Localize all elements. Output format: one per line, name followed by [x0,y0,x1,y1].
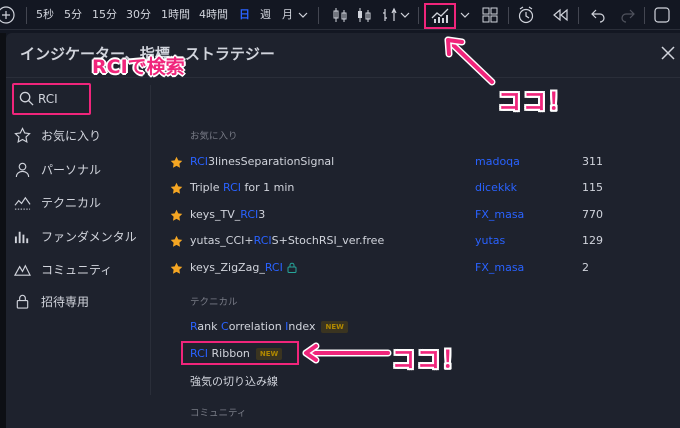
community-icon [14,263,31,276]
lock-icon [16,294,29,309]
toolbar-divider [644,7,645,24]
star-filled-icon[interactable] [170,262,183,275]
script-likes: 115 [582,181,603,194]
star-filled-icon[interactable] [170,156,183,169]
section-heading-favorites: お気に入り [190,131,238,142]
script-name: RCI3linesSeparationSignal [190,155,335,168]
interval-1h[interactable]: 1時間 [161,0,190,30]
toolbar-divider [26,7,27,24]
script-likes: 129 [582,234,603,247]
close-icon[interactable] [660,45,676,61]
list-item[interactable]: keys_ZigZag_RCI FX_masa 2 [150,256,674,282]
sidebar-item-favorites[interactable]: お気に入り [14,124,101,146]
lock-icon [287,262,297,273]
candles-icon[interactable] [330,5,350,25]
indicators-icon[interactable] [430,5,450,25]
indicator-bullish-piercing[interactable]: 強気の切り込み線 [190,373,278,389]
sidebar-item-personal[interactable]: パーソナル [14,158,101,180]
star-filled-icon[interactable] [170,182,183,195]
sidebar-item-label: テクニカル [41,195,102,210]
sidebar-item-fundamental[interactable]: ファンダメンタル [14,225,137,247]
section-heading-technical: テクニカル [190,297,238,308]
star-filled-icon[interactable] [170,209,183,222]
interval-30m[interactable]: 30分 [126,0,151,30]
annotation-koko-bottom: ココ！ [392,347,467,373]
redo-icon[interactable] [618,5,638,25]
add-icon[interactable] [0,5,16,25]
sidebar-item-label: コミュニティ [41,262,113,277]
sidebar-item-label: 招待専用 [41,294,90,309]
category-sidebar: お気に入り パーソナル テクニカル ファンダメンタル コミュニティ 招待専用 [0,85,150,395]
sidebar-item-invite-only[interactable]: 招待専用 [14,290,89,312]
interval-5m[interactable]: 5分 [64,0,82,30]
chart-line-icon [14,196,31,210]
script-author[interactable]: FX_masa [475,261,524,274]
layout-icon[interactable] [480,5,500,25]
script-likes: 770 [582,208,603,221]
list-item[interactable]: keys_TV_RCI3 FX_masa 770 [150,203,674,229]
script-name: keys_TV_RCI3 [190,208,266,221]
script-name: Triple RCI for 1 min [190,181,295,194]
star-outline-icon [14,126,31,143]
toolbar-divider [418,7,419,24]
list-item[interactable]: yutas_CCI+RCIS+StochRSI_ver.free yutas 1… [150,229,674,255]
interval-week[interactable]: 週 [260,0,271,30]
alert-icon[interactable] [516,5,536,25]
interval-4h[interactable]: 4時間 [199,0,228,30]
interval-month[interactable]: 月 [282,0,293,30]
undo-icon[interactable] [588,5,608,25]
interval-day[interactable]: 日 [239,0,250,30]
fullscreen-icon[interactable] [652,5,672,25]
bar-chart-icon [14,231,29,243]
toolbar-divider [578,7,579,24]
ribbon-highlight [181,341,299,365]
script-author[interactable]: yutas [475,234,505,247]
script-author[interactable]: FX_masa [475,208,524,221]
interval-15m[interactable]: 15分 [92,0,117,30]
list-item[interactable]: RCI3linesSeparationSignal madoqa 311 [150,150,674,176]
annotation-koko-top: ココ！ [498,89,573,115]
annotation-search-label: RCIで検索 [92,56,185,78]
bar-compare-icon[interactable] [380,5,400,25]
chevron-down-icon[interactable] [398,5,412,25]
sidebar-item-label: ファンダメンタル [41,229,137,244]
toolbar-divider [318,7,319,24]
script-name: yutas_CCI+RCIS+StochRSI_ver.free [190,234,385,247]
sidebar-item-technical[interactable]: テクニカル [14,191,101,213]
script-name: keys_ZigZag_RCI [190,261,297,274]
sidebar-item-community[interactable]: コミュニティ [14,258,112,280]
script-author[interactable]: dicekkk [475,181,517,194]
script-likes: 311 [582,155,603,168]
script-likes: 2 [582,261,589,274]
indicator-rank-correlation-index[interactable]: Rank Correlation Index NEW [190,320,348,333]
toolbar-divider [508,7,509,24]
candles-icon[interactable] [354,5,374,25]
interval-5s[interactable]: 5秒 [36,0,54,30]
replay-icon[interactable] [550,5,570,25]
section-heading-community: コミュニティ [190,408,247,419]
person-icon [15,162,30,177]
top-toolbar: 5秒 5分 15分 30分 1時間 4時間 日 週 月 [0,0,680,30]
new-badge: NEW [321,321,348,333]
chevron-down-icon[interactable] [458,5,472,25]
list-item[interactable]: Triple RCI for 1 min dicekkk 115 [150,176,674,202]
star-filled-icon[interactable] [170,235,183,248]
sidebar-item-label: お気に入り [41,128,102,143]
script-author[interactable]: madoqa [475,155,520,168]
chevron-down-icon[interactable] [296,5,310,25]
sidebar-item-label: パーソナル [41,162,102,177]
